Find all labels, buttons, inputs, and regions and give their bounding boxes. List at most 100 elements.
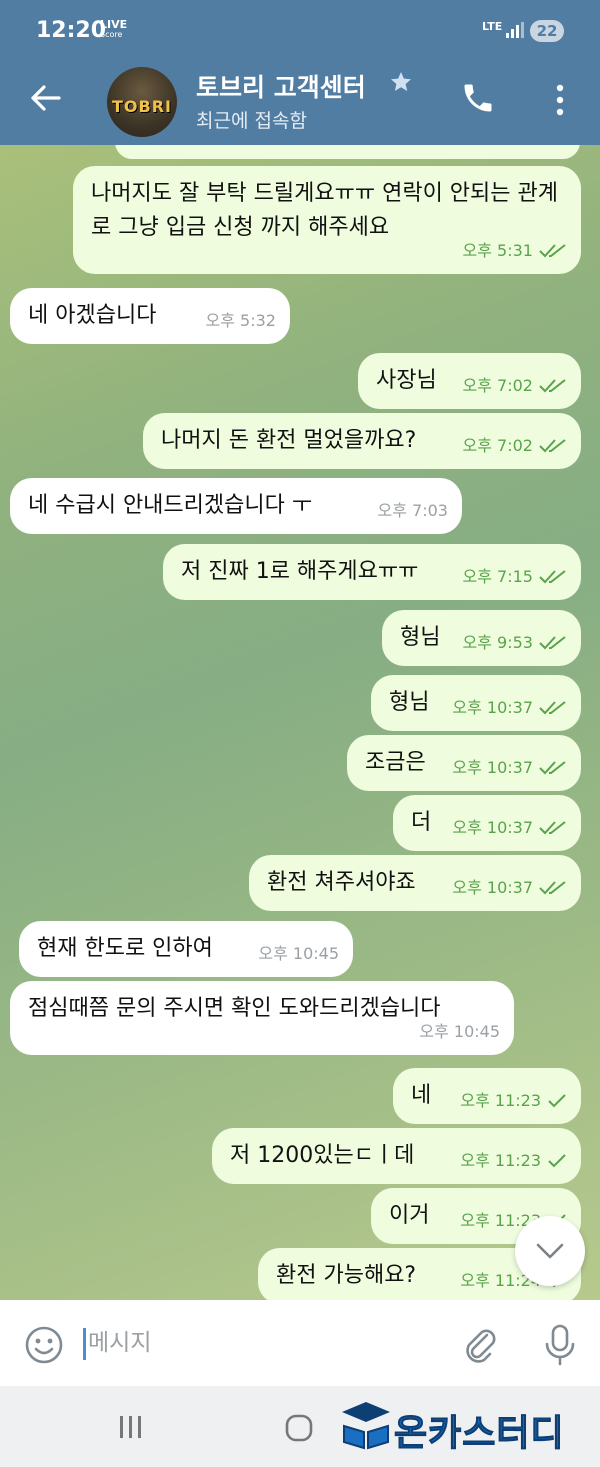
check-icon bbox=[548, 1094, 566, 1108]
message-meta: 오후 10:37 bbox=[452, 871, 567, 905]
chat-title[interactable]: 토브리 고객센터 bbox=[196, 68, 366, 104]
scroll-to-bottom-button[interactable] bbox=[515, 1216, 585, 1286]
star-icon bbox=[389, 70, 413, 98]
home-button[interactable] bbox=[285, 1414, 313, 1446]
message-text: 저 진짜 1로 해주게요ㅠㅠ bbox=[181, 559, 419, 584]
message-time: 오후 10:45 bbox=[258, 944, 339, 963]
message-bubble[interactable]: 네 수급시 안내드리겠습니다 ㅜ 오후 7:03 bbox=[10, 478, 462, 534]
double-check-icon bbox=[539, 881, 566, 895]
message-bubble[interactable]: 네 오후 11:23 bbox=[393, 1068, 581, 1124]
message-time: 오후 10:37 bbox=[452, 878, 533, 897]
message-time: 오후 9:53 bbox=[462, 633, 533, 652]
message-text: 현재 한도로 인하여 bbox=[37, 936, 213, 961]
double-check-icon bbox=[539, 439, 566, 453]
message-text: 환전 쳐주셔야죠 bbox=[267, 870, 416, 895]
message-time: 오후 11:23 bbox=[460, 1091, 541, 1110]
message-bubble[interactable]: 환전 쳐주셔야죠 오후 10:37 bbox=[249, 855, 581, 911]
home-icon bbox=[285, 1414, 313, 1442]
message-time: 오후 7:15 bbox=[462, 567, 533, 586]
message-bubble[interactable]: 조금은 오후 10:37 bbox=[347, 735, 581, 791]
avatar-logo-text: TOBRI bbox=[112, 97, 172, 116]
message-text: 네 아겠습니다 bbox=[28, 303, 157, 328]
graduation-book-icon bbox=[342, 1402, 390, 1450]
message-time: 오후 7:02 bbox=[462, 376, 533, 395]
message-meta: 오후 5:32 bbox=[206, 304, 276, 338]
message-bubble[interactable]: 네 아겠습니다 오후 5:32 bbox=[10, 288, 290, 344]
message-bubble[interactable]: 나머지 돈 환전 멀었을까요? 오후 7:02 bbox=[143, 413, 581, 469]
message-text: 형님 bbox=[389, 690, 430, 715]
text-cursor bbox=[83, 1328, 86, 1360]
message-bubble[interactable]: 저 진짜 1로 해주게요ㅠㅠ 오후 7:15 bbox=[163, 544, 581, 600]
last-seen-status: 최근에 접속함 bbox=[196, 110, 307, 132]
message-input[interactable] bbox=[88, 1322, 438, 1364]
message-text: 네 수급시 안내드리겠습니다 ㅜ bbox=[28, 493, 313, 518]
watermark-text: 온카스터디 bbox=[394, 1413, 565, 1455]
message-meta: 오후 11:23 bbox=[460, 1084, 567, 1118]
voice-message-button[interactable] bbox=[543, 1324, 577, 1370]
message-bubble[interactable]: 저 1200있는ㄷㅣ데 오후 11:23 bbox=[212, 1128, 581, 1184]
emoji-icon bbox=[25, 1326, 63, 1364]
message-text: 저 1200있는ㄷㅣ데 bbox=[230, 1143, 415, 1168]
message-bubble[interactable]: 더 오후 10:37 bbox=[393, 795, 581, 851]
message-meta: 오후 10:37 bbox=[452, 751, 567, 785]
kebab-menu-icon bbox=[556, 84, 564, 116]
double-check-icon bbox=[539, 570, 566, 584]
message-meta: 오후 7:02 bbox=[463, 369, 567, 403]
back-button[interactable] bbox=[26, 78, 66, 118]
message-bubble[interactable]: 점심때쯤 문의 주시면 확인 도와드리겠습니다 오후 10:45 bbox=[10, 981, 514, 1055]
double-check-icon bbox=[539, 244, 566, 258]
call-button[interactable] bbox=[460, 80, 500, 120]
message-text: 이거 bbox=[389, 1203, 430, 1228]
signal-icon bbox=[506, 22, 524, 42]
avatar[interactable]: TOBRI bbox=[107, 67, 177, 137]
message-time: 오후 11:23 bbox=[460, 1151, 541, 1170]
system-nav-bar: 온카스터디 bbox=[0, 1386, 600, 1467]
message-meta: 오후 9:53 bbox=[463, 626, 567, 660]
message-meta: 오후 5:31 bbox=[463, 234, 567, 268]
recents-icon bbox=[120, 1416, 141, 1438]
message-bubble[interactable]: 형님 오후 10:37 bbox=[371, 675, 581, 731]
message-text: 사장님 bbox=[376, 368, 437, 393]
live-score-badge: LIVE Score bbox=[100, 19, 127, 40]
message-time: 오후 10:45 bbox=[419, 1022, 500, 1041]
message-time: 오후 5:32 bbox=[205, 311, 276, 330]
message-time: 오후 7:03 bbox=[377, 501, 448, 520]
message-text: 조금은 bbox=[365, 750, 426, 775]
attach-button[interactable] bbox=[460, 1324, 500, 1368]
double-check-icon bbox=[539, 379, 566, 393]
message-time: 오후 10:37 bbox=[452, 818, 533, 837]
message-bubble[interactable]: 현재 한도로 인하여 오후 10:45 bbox=[19, 921, 353, 977]
paperclip-icon bbox=[466, 1329, 496, 1363]
message-meta: 오후 7:03 bbox=[378, 494, 448, 528]
message-bubble[interactable]: 나머지도 잘 부탁 드릴게요ㅠㅠ 연락이 안되는 관계로 그냥 입금 신청 까지… bbox=[73, 166, 581, 274]
status-time: 12:20 bbox=[36, 18, 107, 43]
watermark: 온카스터디 bbox=[340, 1400, 595, 1455]
message-bubble-partial bbox=[115, 145, 580, 159]
double-check-icon bbox=[539, 636, 566, 650]
message-text: 나머지 돈 환전 멀었을까요? bbox=[161, 428, 417, 453]
check-icon bbox=[548, 1154, 566, 1168]
live-badge-sub: Score bbox=[100, 30, 123, 39]
emoji-button[interactable] bbox=[24, 1325, 64, 1369]
chat-area[interactable]: 나머지도 잘 부탁 드릴게요ㅠㅠ 연락이 안되는 관계로 그냥 입금 신청 까지… bbox=[0, 145, 600, 1300]
message-time: 오후 10:37 bbox=[452, 698, 533, 717]
message-meta: 오후 7:15 bbox=[463, 560, 567, 594]
message-meta: 오후 11:23 bbox=[460, 1144, 567, 1178]
message-text: 형님 bbox=[400, 625, 441, 650]
message-input-bar bbox=[0, 1300, 600, 1386]
message-text: 환전 가능해요? bbox=[276, 1263, 417, 1288]
message-time: 오후 5:31 bbox=[462, 241, 533, 260]
double-check-icon bbox=[539, 701, 566, 715]
message-meta: 오후 7:02 bbox=[463, 429, 567, 463]
message-text: 점심때쯤 문의 주시면 확인 도와드리겠습니다 bbox=[28, 996, 441, 1021]
message-bubble[interactable]: 사장님 오후 7:02 bbox=[358, 353, 581, 409]
chevron-down-icon bbox=[536, 1243, 564, 1259]
double-check-icon bbox=[539, 821, 566, 835]
phone-icon bbox=[464, 84, 492, 112]
recents-button[interactable] bbox=[118, 1414, 144, 1444]
message-text: 네 bbox=[411, 1083, 432, 1108]
message-time: 오후 7:02 bbox=[462, 436, 533, 455]
more-menu-button[interactable] bbox=[548, 82, 572, 118]
message-bubble[interactable]: 형님 오후 9:53 bbox=[382, 610, 581, 666]
arrow-left-icon bbox=[31, 85, 61, 111]
